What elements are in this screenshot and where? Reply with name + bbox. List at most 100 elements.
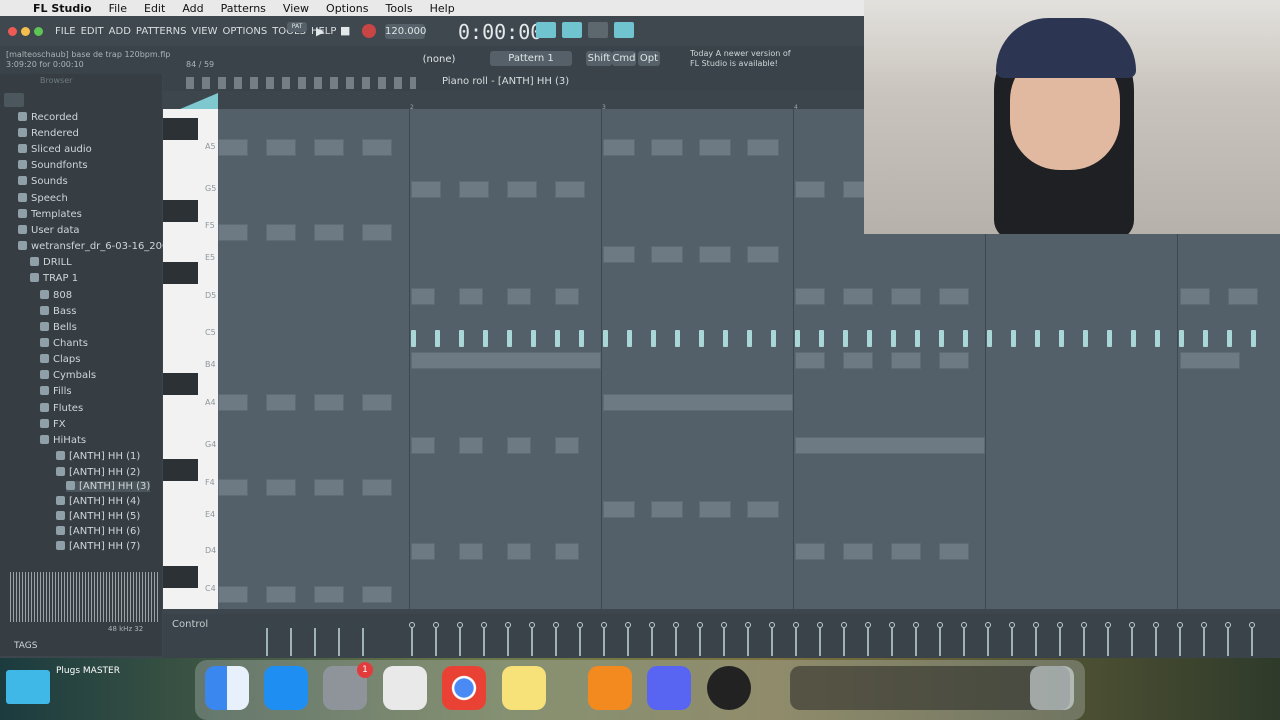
velocity-bar[interactable] <box>915 628 917 656</box>
velocity-handle[interactable] <box>985 622 991 628</box>
tempo-display[interactable]: 120.000 <box>385 24 426 39</box>
hihat-note[interactable] <box>795 330 800 347</box>
hihat-note[interactable] <box>1203 330 1208 347</box>
news-line-1[interactable]: Today A newer version of <box>690 49 791 58</box>
hihat-note[interactable] <box>459 330 464 347</box>
velocity-bar[interactable] <box>531 628 533 656</box>
velocity-handle[interactable] <box>1009 622 1015 628</box>
browser-item[interactable]: Rendered <box>18 128 79 139</box>
hihat-note[interactable] <box>579 330 584 347</box>
hihat-note[interactable] <box>555 330 560 347</box>
browser-item[interactable]: Recorded <box>18 112 78 123</box>
app-store-icon[interactable] <box>264 666 308 710</box>
velocity-handle[interactable] <box>433 622 439 628</box>
velocity-handle[interactable] <box>1129 622 1135 628</box>
typing-keyboard-icon[interactable] <box>536 22 556 38</box>
browser-item[interactable]: DRILL <box>30 257 72 268</box>
fl-menu-view[interactable]: VIEW <box>192 26 218 37</box>
hihat-note[interactable] <box>627 330 632 347</box>
browser-item[interactable]: TRAP 1 <box>30 273 78 284</box>
hihat-note[interactable] <box>771 330 776 347</box>
velocity-handle[interactable] <box>409 622 415 628</box>
hihat-note[interactable] <box>435 330 440 347</box>
chrome-icon[interactable] <box>442 666 486 710</box>
browser-item[interactable]: [ANTH] HH (3) <box>66 481 151 492</box>
velocity-handle[interactable] <box>553 622 559 628</box>
fl-menu-patterns[interactable]: PATTERNS <box>136 26 187 37</box>
velocity-handle[interactable] <box>1249 622 1255 628</box>
velocity-bar[interactable] <box>1251 628 1253 656</box>
menu-add[interactable]: Add <box>182 2 203 15</box>
fl-menu-add[interactable]: ADD <box>109 26 131 37</box>
hihat-note[interactable] <box>747 330 752 347</box>
hihat-note[interactable] <box>843 330 848 347</box>
velocity-bar[interactable] <box>795 628 797 656</box>
browser-item[interactable]: Sounds <box>18 176 68 187</box>
velocity-handle[interactable] <box>529 622 535 628</box>
menu-options[interactable]: Options <box>326 2 368 15</box>
velocity-handle[interactable] <box>601 622 607 628</box>
control-label[interactable]: Control <box>172 619 208 630</box>
velocity-bar[interactable] <box>1083 628 1085 656</box>
menu-help[interactable]: Help <box>430 2 455 15</box>
menu-edit[interactable]: Edit <box>144 2 165 15</box>
velocity-bar[interactable] <box>699 628 701 656</box>
shift-button[interactable]: Shift <box>586 51 612 66</box>
menu-tools[interactable]: Tools <box>385 2 412 15</box>
hihat-note[interactable] <box>1179 330 1184 347</box>
browser-item[interactable]: Bells <box>40 322 77 333</box>
velocity-bar[interactable] <box>987 628 989 656</box>
browser-item[interactable]: [ANTH] HH (6) <box>56 526 140 537</box>
browser-item[interactable]: Flutes <box>40 403 83 414</box>
menu-app-name[interactable]: FL Studio <box>33 2 92 15</box>
pdf-app-icon[interactable] <box>383 666 427 710</box>
browser-item[interactable]: FX <box>40 419 66 430</box>
browser-options-icon[interactable] <box>4 93 24 107</box>
velocity-bar[interactable] <box>507 628 509 656</box>
fl-menu-edit[interactable]: EDIT <box>81 26 104 37</box>
event-control-lane[interactable] <box>163 614 1280 658</box>
velocity-bar[interactable] <box>290 628 292 656</box>
velocity-bar[interactable] <box>1059 628 1061 656</box>
velocity-bar[interactable] <box>1179 628 1181 656</box>
hihat-note[interactable] <box>1083 330 1088 347</box>
velocity-bar[interactable] <box>1131 628 1133 656</box>
browser-item[interactable]: Cymbals <box>40 370 96 381</box>
news-line-2[interactable]: FL Studio is available! <box>690 59 778 68</box>
hihat-note[interactable] <box>1227 330 1232 347</box>
velocity-bar[interactable] <box>867 628 869 656</box>
metronome-icon[interactable] <box>588 22 608 38</box>
notes-icon[interactable] <box>502 666 546 710</box>
song-time-display[interactable]: 0:00:00 <box>458 20 542 44</box>
velocity-handle[interactable] <box>505 622 511 628</box>
trash-icon[interactable] <box>1030 666 1074 710</box>
discord-icon[interactable] <box>647 666 691 710</box>
browser-item[interactable]: Templates <box>18 209 82 220</box>
opt-button[interactable]: Opt <box>638 51 660 66</box>
hihat-note[interactable] <box>699 330 704 347</box>
velocity-handle[interactable] <box>697 622 703 628</box>
hihat-note[interactable] <box>1107 330 1112 347</box>
velocity-handle[interactable] <box>745 622 751 628</box>
velocity-bar[interactable] <box>435 628 437 656</box>
black-key[interactable] <box>163 373 198 395</box>
browser-item[interactable]: HiHats <box>40 435 86 446</box>
hihat-note[interactable] <box>915 330 920 347</box>
velocity-bar[interactable] <box>963 628 965 656</box>
hihat-note[interactable] <box>675 330 680 347</box>
browser-item[interactable]: [ANTH] HH (1) <box>56 451 140 462</box>
fl-studio-icon[interactable] <box>588 666 632 710</box>
countdown-icon[interactable] <box>614 22 634 38</box>
velocity-bar[interactable] <box>651 628 653 656</box>
velocity-bar[interactable] <box>723 628 725 656</box>
velocity-handle[interactable] <box>817 622 823 628</box>
velocity-handle[interactable] <box>457 622 463 628</box>
hihat-note[interactable] <box>1059 330 1064 347</box>
hihat-note[interactable] <box>483 330 488 347</box>
hihat-note[interactable] <box>819 330 824 347</box>
velocity-handle[interactable] <box>481 622 487 628</box>
finder-icon[interactable] <box>205 666 249 710</box>
desktop-folder-label[interactable]: Plugs MASTER <box>56 666 120 676</box>
velocity-bar[interactable] <box>1155 628 1157 656</box>
snap-select[interactable]: (none) <box>418 52 460 67</box>
